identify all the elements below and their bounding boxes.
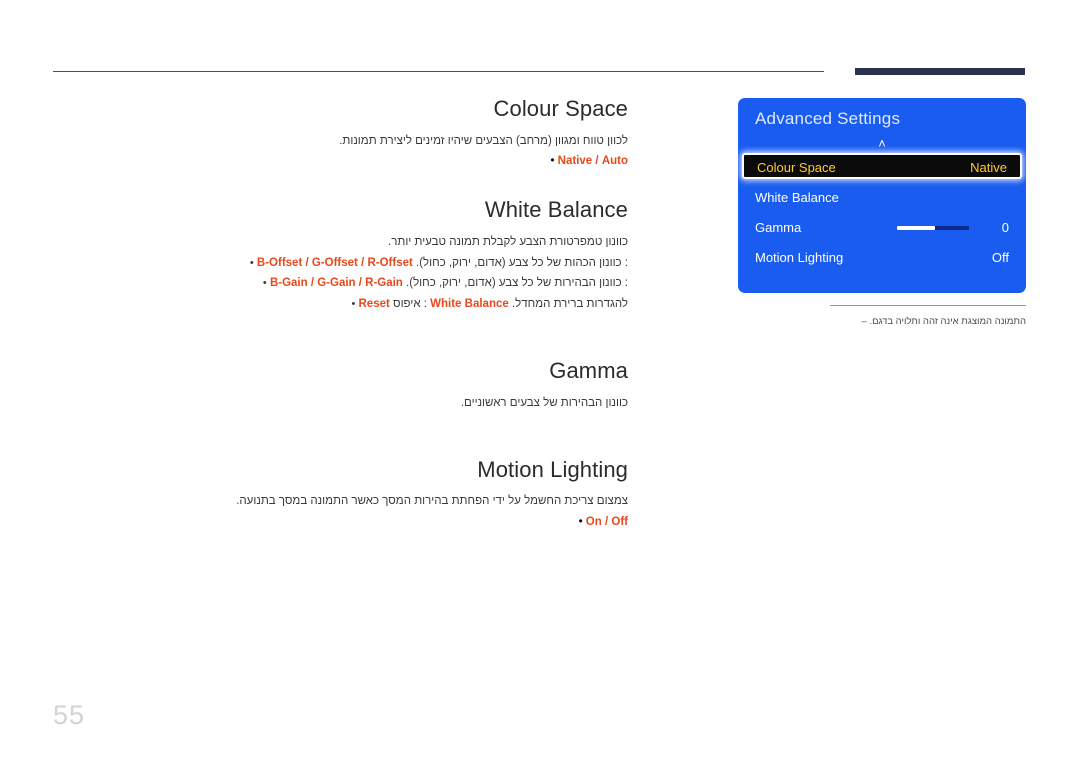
osd-panel-title: Advanced Settings xyxy=(755,109,901,128)
chevron-up-icon: ˄ xyxy=(878,136,886,151)
bullet-reset: להגדרות ברירת המחדל. White Balance : איפ… xyxy=(53,294,628,315)
bullet-reset-terms: Reset xyxy=(358,297,390,310)
header-rules xyxy=(0,68,1080,80)
page-number: 55 xyxy=(53,700,86,730)
header-rule-thick xyxy=(855,68,1025,75)
bullet-offset: : כוונון הכהות של כל צבע (אדום, ירוק, כח… xyxy=(53,253,628,274)
bullet-dot-icon: • xyxy=(249,256,254,269)
bullet-reset-text: : איפוס xyxy=(393,297,427,310)
bullet-dot-icon: • xyxy=(578,515,583,528)
header-rule-thin xyxy=(53,71,824,72)
section-desc-motion-lighting: צמצום צריכת החשמל על ידי הפחתת בהירות המ… xyxy=(236,495,628,508)
bullet-reset-term2: White Balance xyxy=(430,297,509,310)
caption-text-row: התמונה המוצגת אינה זהה ותלויה בדגם. – xyxy=(738,315,1027,329)
gamma-slider-fill xyxy=(897,226,935,230)
section-desc-colour-space: לכוון טווח ומגוון (מרחב) הצבעים שיהיו זמ… xyxy=(339,134,628,147)
caption-dash-icon: – xyxy=(861,316,867,327)
bullet-dot-icon: • xyxy=(351,297,356,310)
osd-row-label: Motion Lighting xyxy=(755,250,844,265)
bullet-gain-text: : כוונון הבהירות של כל צבע (אדום, ירוק, … xyxy=(406,277,628,290)
section-options-colour-space: Native / Auto • xyxy=(53,155,628,167)
osd-row-label: White Balance xyxy=(755,190,839,205)
section-gamma: Gamma כוונון הבהירות של צבעים ראשוניים. xyxy=(53,357,628,413)
section-title-colour-space: Colour Space xyxy=(493,96,628,121)
section-colour-space: Colour Space לכוון טווח ומגוון (מרחב) הצ… xyxy=(53,95,628,167)
bullet-offset-text: : כוונון הכהות של כל צבע (אדום, ירוק, כח… xyxy=(416,256,628,269)
section-desc-white-balance: כוונון טמפרטורת הצבע לקבלת תמונה טבעית י… xyxy=(388,235,628,248)
section-title-motion-lighting: Motion Lighting xyxy=(477,456,628,482)
osd-row-label: Colour Space xyxy=(757,160,836,175)
bullet-gain: : כוונון הבהירות של כל צבע (אדום, ירוק, … xyxy=(53,273,628,294)
bullet-reset-text2: להגדרות ברירת המחדל. xyxy=(511,297,628,310)
caption-rule xyxy=(830,305,1026,306)
option-value-off: Off xyxy=(611,515,628,528)
bullet-gain-terms: B-Gain / G-Gain / R-Gain xyxy=(269,277,403,290)
gamma-slider[interactable] xyxy=(897,226,969,230)
section-motion-lighting: Motion Lighting צמצום צריכת החשמל על ידי… xyxy=(53,456,628,528)
section-white-balance: White Balance כוונון טמפרטורת הצבע לקבלת… xyxy=(53,196,628,314)
osd-row-colour-space[interactable]: Colour Space Native xyxy=(742,153,1022,179)
osd-row-motion-lighting[interactable]: Motion Lighting Off xyxy=(738,246,1026,270)
option-separator: / xyxy=(604,515,609,528)
section-desc-gamma: כוונון הבהירות של צבעים ראשוניים. xyxy=(460,396,628,409)
option-value-native: Native xyxy=(557,155,593,168)
bullet-offset-terms: B-Offset / G-Offset / R-Offset xyxy=(256,256,413,269)
osd-row-gamma[interactable]: Gamma 0 xyxy=(738,216,1026,240)
panel-caption: התמונה המוצגת אינה זהה ותלויה בדגם. – xyxy=(738,305,1026,329)
section-options-motion-lighting: On / Off • xyxy=(53,516,628,528)
option-separator: / xyxy=(595,155,599,168)
option-value-auto: Auto xyxy=(601,155,628,168)
content-column: Colour Space לכוון טווח ומגוון (מרחב) הצ… xyxy=(53,95,628,539)
osd-advanced-settings-panel: Advanced Settings ˄ Colour Space Native … xyxy=(738,98,1026,293)
section-title-gamma: Gamma xyxy=(549,358,628,384)
osd-row-label: Gamma xyxy=(755,220,802,235)
osd-row-value: Native xyxy=(970,160,1007,175)
option-value-on: On xyxy=(585,515,602,528)
osd-row-value: Off xyxy=(991,250,1009,265)
bullet-dot-icon: • xyxy=(550,155,555,168)
section-title-white-balance: White Balance xyxy=(484,197,628,223)
bullet-dot-icon: • xyxy=(262,277,267,290)
osd-row-value: 0 xyxy=(1001,220,1009,235)
caption-text: התמונה המוצגת אינה זהה ותלויה בדגם. xyxy=(869,316,1026,327)
osd-row-white-balance[interactable]: White Balance xyxy=(738,186,1026,210)
